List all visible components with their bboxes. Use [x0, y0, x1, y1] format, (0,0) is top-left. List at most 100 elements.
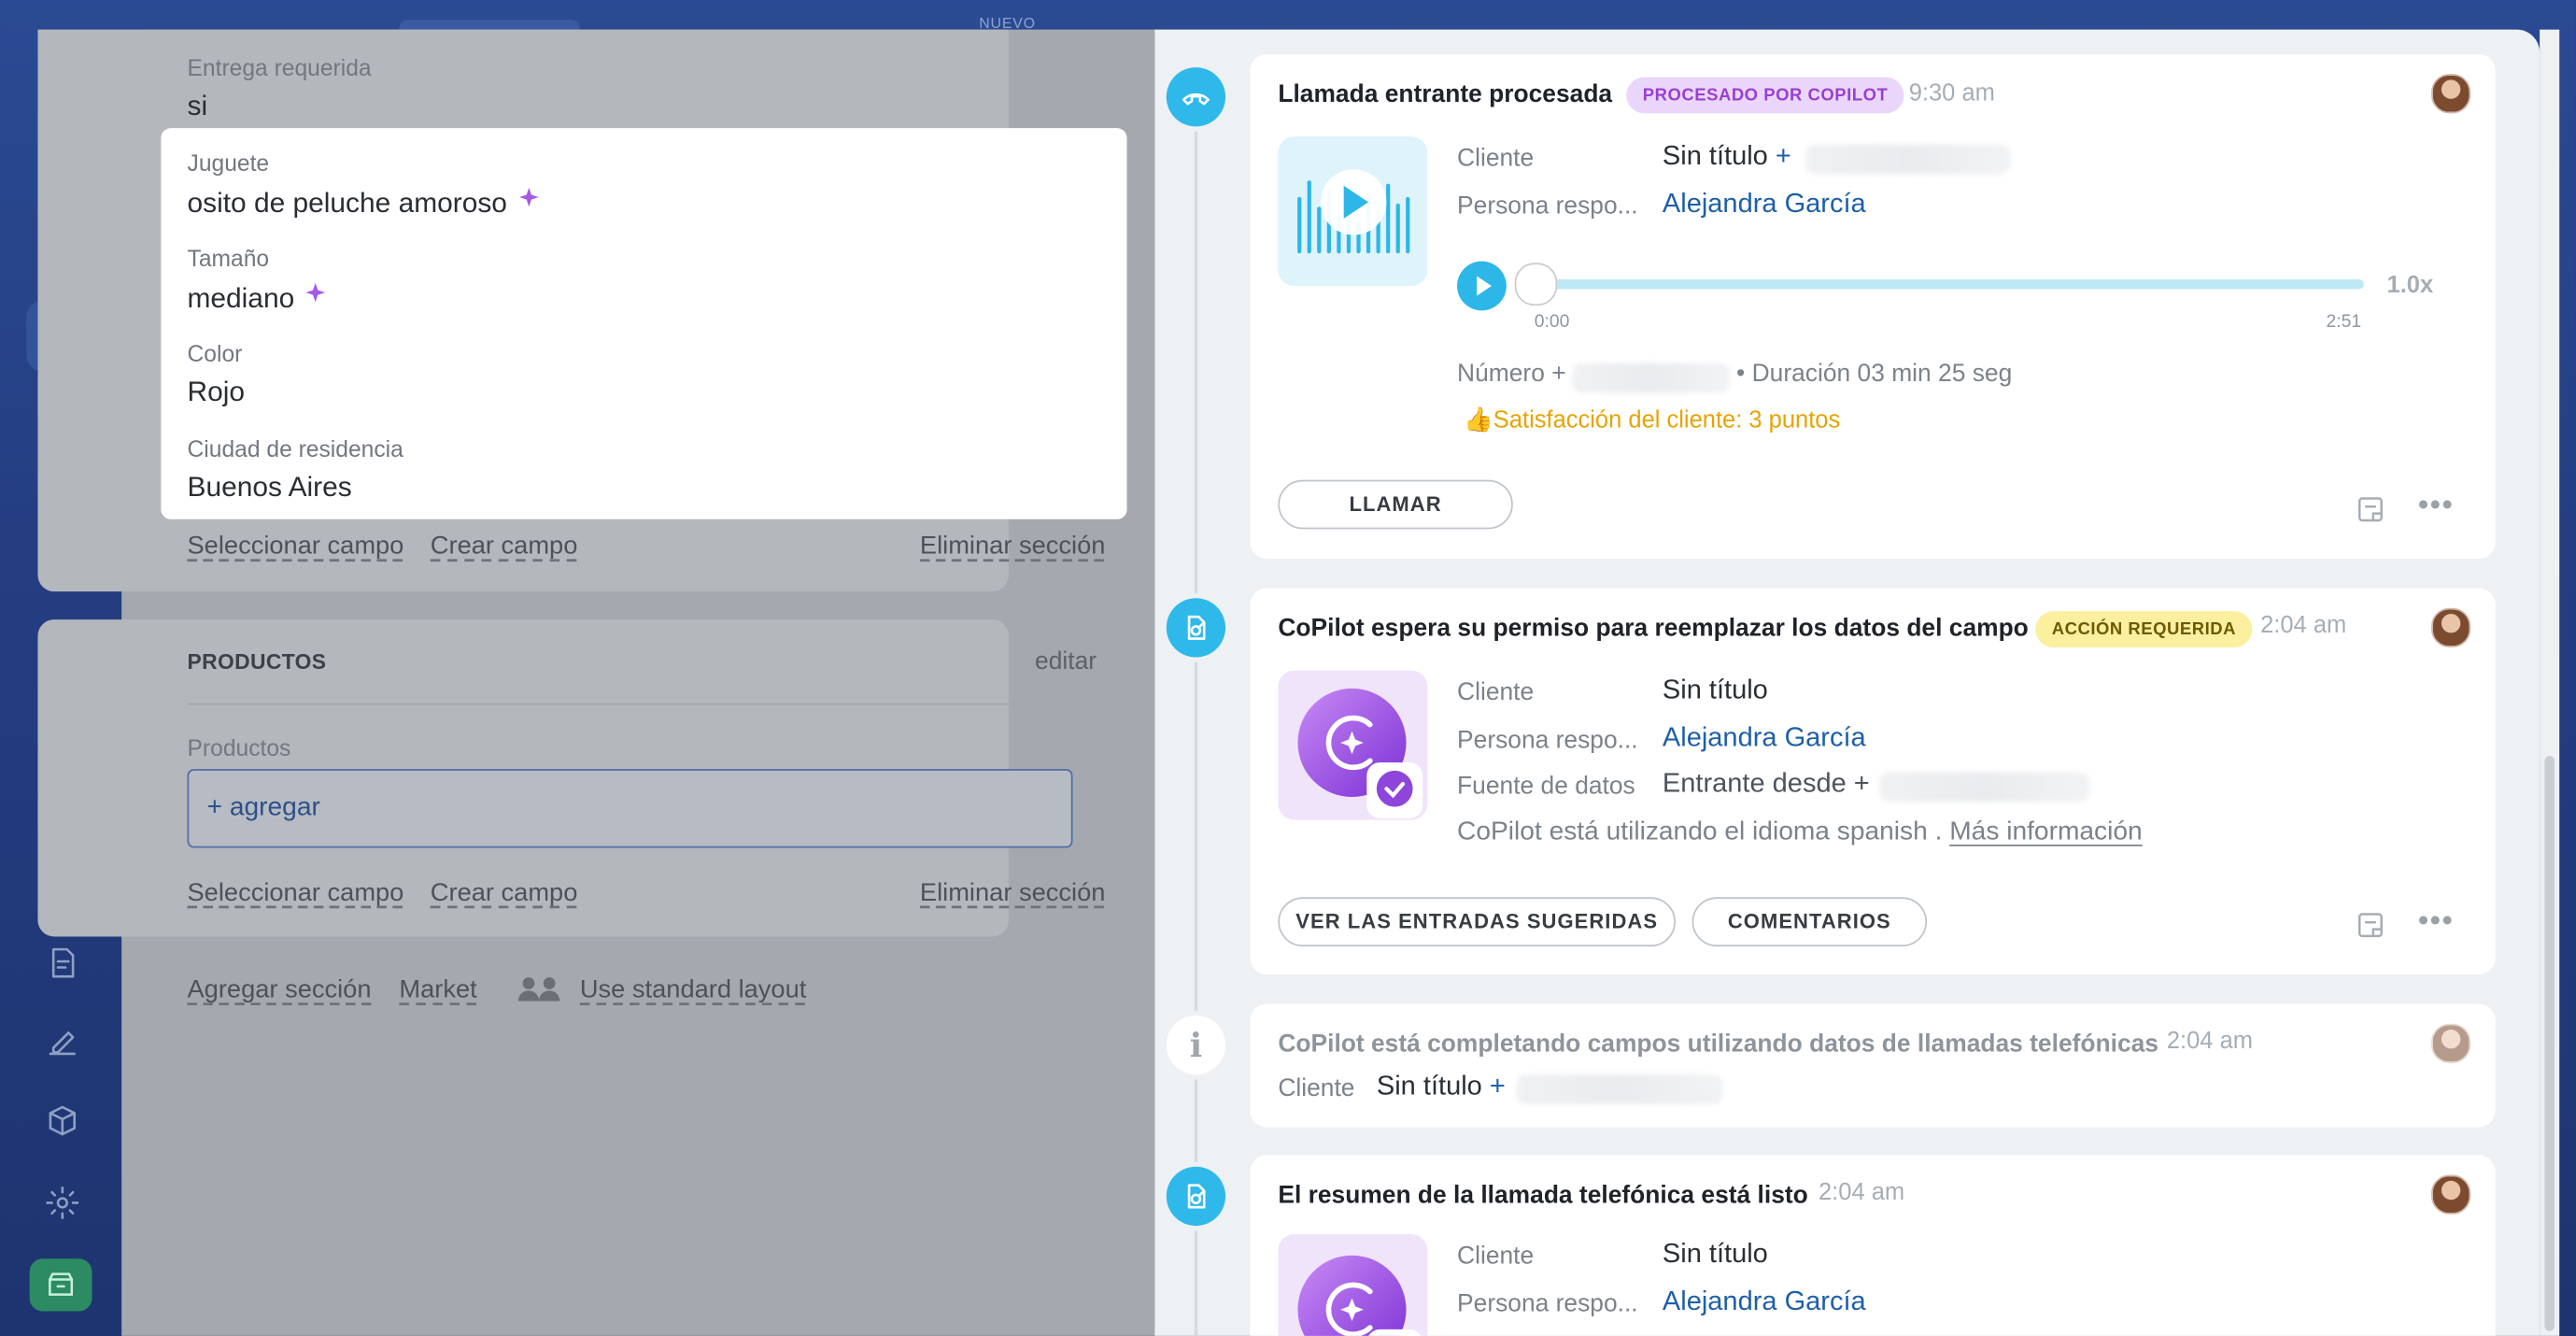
audio-speed[interactable]: 1.0x	[2387, 273, 2434, 299]
call-client-plus: +	[1775, 141, 1791, 171]
call-client-label: Cliente	[1457, 144, 1535, 173]
field-value-entrega[interactable]: si	[188, 91, 208, 123]
audio-time-start: 0:00	[1534, 312, 1570, 333]
filling-client-plus: +	[1489, 1071, 1506, 1101]
satisfaction-text: Satisfacción del cliente: 3 puntos	[1493, 407, 1841, 434]
summary-event-card: El resumen de la llamada telefónica está…	[1250, 1155, 2496, 1336]
delete-section-link[interactable]: Eliminar sección	[920, 533, 1105, 562]
document-icon[interactable]	[39, 940, 85, 986]
filling-client-phone-redacted	[1516, 1074, 1723, 1104]
field-label-entrega: Entrega requerida	[187, 54, 372, 81]
perm-source-label: Fuente de datos	[1457, 772, 1635, 801]
call-duration: • Duración 03 min 25 seg	[1736, 360, 2013, 389]
timeline-line	[1194, 98, 1198, 1336]
field-label-tamano: Tamaño	[187, 245, 270, 272]
more-info-link[interactable]: Más información	[1949, 818, 2142, 846]
copilot-processed-badge: PROCESADO POR COPILOT	[1626, 77, 1904, 114]
play-icon	[1477, 276, 1492, 296]
call-resp-value[interactable]: Alejandra García	[1663, 189, 1866, 220]
signature-icon[interactable]	[39, 1018, 85, 1064]
call-event-time: 9:30 am	[1908, 80, 1995, 107]
copilot-logo-icon	[1297, 1255, 1422, 1336]
summary-resp-value[interactable]: Alejandra García	[1663, 1286, 1866, 1317]
field-label-juguete: Juguete	[187, 149, 270, 177]
audio-time-end: 2:51	[2326, 312, 2362, 333]
call-client-name: Sin título	[1662, 141, 1768, 171]
perm-client-label: Cliente	[1457, 678, 1535, 707]
field-value-color[interactable]: Rojo	[188, 377, 246, 409]
permission-event-time: 2:04 am	[2260, 613, 2347, 640]
more-options-icon[interactable]: •••	[2418, 488, 2455, 522]
products-edit-link[interactable]: editar	[1035, 647, 1097, 675]
call-client-value[interactable]: Sin título +	[1663, 141, 1791, 172]
user-avatar[interactable]	[2431, 74, 2471, 114]
perm-resp-value[interactable]: Alejandra García	[1663, 723, 1866, 754]
perm-resp-label: Persona respo...	[1457, 726, 1638, 755]
filling-client-name: Sin título	[1376, 1071, 1482, 1101]
products-add-link[interactable]: + agregar	[207, 794, 320, 824]
audio-progress-handle[interactable]	[1514, 263, 1558, 306]
ai-sparkle-icon	[518, 187, 539, 207]
user-avatar[interactable]	[2431, 1174, 2471, 1215]
products-select-field-link[interactable]: Seleccionar campo	[188, 879, 404, 909]
summary-event-title: El resumen de la llamada telefónica está…	[1278, 1181, 1808, 1210]
filling-client-label: Cliente	[1278, 1074, 1355, 1103]
call-button[interactable]: LLAMAR	[1278, 479, 1513, 530]
field-value-juguete-text: osito de peluche amoroso	[187, 187, 507, 219]
add-section-link[interactable]: Agregar sección	[188, 976, 372, 1006]
summary-client-value[interactable]: Sin título	[1663, 1239, 1768, 1270]
perm-source-value: Entrante desde +	[1662, 769, 1870, 799]
permission-event-title: CoPilot espera su permiso para reemplaza…	[1278, 614, 2029, 643]
incoming-call-icon	[1166, 67, 1226, 127]
perm-client-value[interactable]: Sin título	[1663, 675, 1768, 706]
permission-event-card: CoPilot espera su permiso para reemplaza…	[1250, 588, 2496, 974]
more-options-icon[interactable]: •••	[2418, 903, 2455, 938]
note-icon[interactable]	[2354, 493, 2386, 526]
field-value-tamano-text: mediano	[187, 282, 295, 314]
summary-thumbnail[interactable]	[1278, 1233, 1428, 1336]
copilot-request-icon	[1166, 598, 1226, 658]
call-event-title: Llamada entrante procesada	[1278, 80, 1613, 109]
select-field-link[interactable]: Seleccionar campo	[188, 533, 404, 562]
note-icon[interactable]	[2354, 909, 2386, 942]
waveform-icon	[1297, 169, 1410, 254]
info-icon: i	[1166, 1015, 1226, 1075]
user-avatar[interactable]	[2431, 1023, 2471, 1063]
perm-source-redacted	[1879, 772, 2090, 803]
field-value-tamano[interactable]: mediano	[188, 281, 328, 316]
audio-progress-track[interactable]	[1534, 278, 2364, 290]
call-resp-label: Persona respo...	[1457, 192, 1638, 220]
comments-button[interactable]: COMENTARIOS	[1691, 897, 1928, 947]
ai-sparkle-icon	[305, 282, 326, 303]
summary-client-label: Cliente	[1457, 1242, 1535, 1271]
field-label-ciudad: Ciudad de residencia	[187, 435, 403, 462]
view-suggested-entries-button[interactable]: VER LAS ENTRADAS SUGERIDAS	[1278, 897, 1676, 947]
call-number-label: Número +	[1457, 360, 1566, 389]
audio-thumbnail[interactable]	[1278, 135, 1428, 287]
standard-layout-link[interactable]: Use standard layout	[580, 976, 806, 1006]
field-value-juguete[interactable]: osito de peluche amoroso	[188, 186, 541, 220]
thumbs-up-icon: 👍	[1464, 407, 1493, 434]
user-avatar[interactable]	[2431, 607, 2471, 647]
copilot-thumbnail[interactable]	[1278, 670, 1428, 820]
scrollbar-thumb[interactable]	[2544, 756, 2555, 1331]
store-app-icon[interactable]	[29, 1258, 92, 1312]
action-required-badge: ACCIÓN REQUERIDA	[2035, 611, 2253, 647]
filling-client-value[interactable]: Sin título +	[1377, 1072, 1506, 1102]
package-icon[interactable]	[39, 1098, 85, 1144]
products-section-title: PRODUCTOS	[187, 648, 327, 675]
filling-event-time: 2:04 am	[2166, 1029, 2254, 1056]
copilot-logo-icon	[1297, 688, 1423, 818]
products-delete-section-link[interactable]: Eliminar sección	[920, 879, 1105, 909]
call-event-card: Llamada entrante procesada PROCESADO POR…	[1250, 54, 2496, 559]
products-create-field-link[interactable]: Crear campo	[431, 879, 578, 909]
products-field-label: Productos	[187, 734, 291, 761]
settings-icon[interactable]	[39, 1180, 85, 1226]
audio-play-button[interactable]	[1457, 261, 1507, 311]
create-field-link[interactable]: Crear campo	[431, 533, 578, 562]
filling-event-card: CoPilot está completando campos utilizan…	[1250, 1003, 2496, 1128]
market-link[interactable]: Market	[399, 976, 476, 1006]
field-value-ciudad[interactable]: Buenos Aires	[188, 472, 352, 505]
summary-event-time: 2:04 am	[1818, 1179, 1905, 1206]
app-viewport: NUEVO Entrega requerida si Juguete osito…	[0, 0, 2576, 1336]
